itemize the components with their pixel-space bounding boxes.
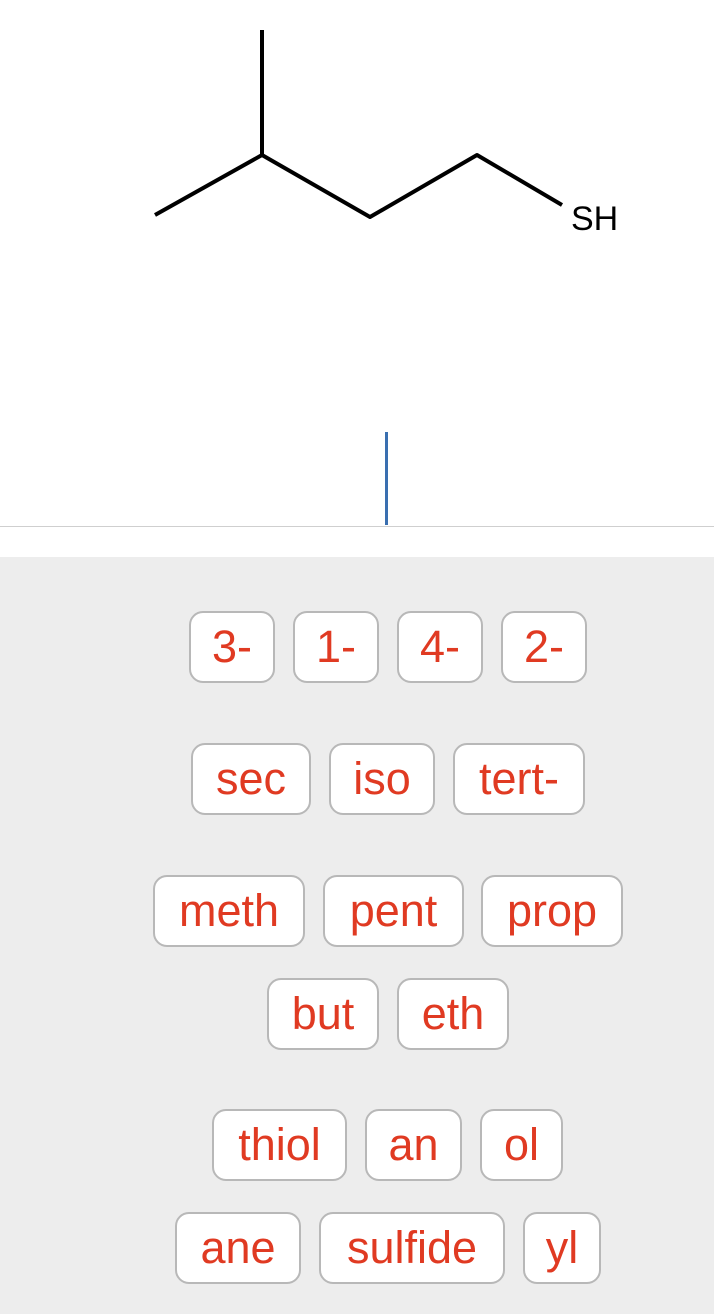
word-bank: 3- 1- 4- 2- sec iso tert- meth pent prop… xyxy=(0,557,714,1314)
tile-stem-meth[interactable]: meth xyxy=(153,875,305,947)
tile-locant-2[interactable]: 2- xyxy=(501,611,587,683)
tile-stem-pent[interactable]: pent xyxy=(323,875,464,947)
tile-locant-4[interactable]: 4- xyxy=(397,611,483,683)
tile-prefix-sec[interactable]: sec xyxy=(191,743,311,815)
tile-suffix-thiol[interactable]: thiol xyxy=(212,1109,347,1181)
tile-suffix-sulfide[interactable]: sulfide xyxy=(319,1212,505,1284)
tile-suffix-an[interactable]: an xyxy=(365,1109,462,1181)
tile-locant-1[interactable]: 1- xyxy=(293,611,379,683)
tile-stem-eth[interactable]: eth xyxy=(397,978,509,1050)
tile-prefix-tert[interactable]: tert- xyxy=(453,743,585,815)
tile-locant-3[interactable]: 3- xyxy=(189,611,275,683)
tile-suffix-yl[interactable]: yl xyxy=(523,1212,601,1284)
answer-input-area[interactable] xyxy=(0,420,714,527)
molecule-structure: SH xyxy=(154,30,618,238)
tile-prefix-iso[interactable]: iso xyxy=(329,743,435,815)
carbon-skeleton xyxy=(154,153,564,219)
tile-stem-but[interactable]: but xyxy=(267,978,379,1050)
thiol-group-label: SH xyxy=(571,200,618,238)
tile-stem-prop[interactable]: prop xyxy=(481,875,623,947)
tile-suffix-ane[interactable]: ane xyxy=(175,1212,301,1284)
text-cursor xyxy=(385,432,388,525)
tile-suffix-ol[interactable]: ol xyxy=(480,1109,563,1181)
question-area: SH xyxy=(0,0,714,557)
divider xyxy=(0,526,714,527)
